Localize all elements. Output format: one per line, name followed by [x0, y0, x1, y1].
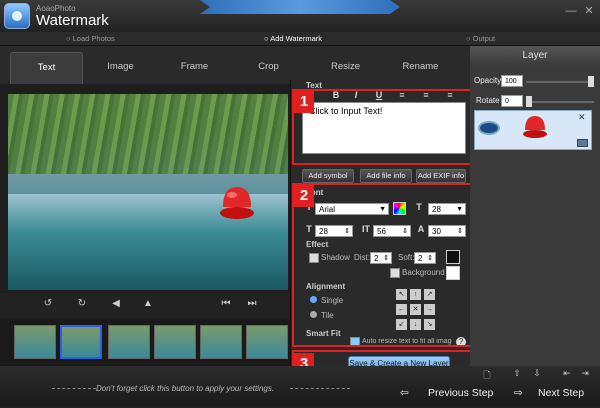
rotate-slider-track[interactable]: [526, 101, 594, 103]
rotate-left-icon[interactable]: ↺: [40, 298, 56, 312]
layer-close-icon[interactable]: ✕: [578, 112, 588, 122]
flip-horizontal-icon[interactable]: ◀: [108, 298, 124, 312]
close-button[interactable]: ✕: [582, 4, 596, 18]
opacity-slider-track[interactable]: [526, 81, 594, 83]
minimize-button[interactable]: —: [564, 4, 578, 18]
rotate-right-icon[interactable]: ↻: [74, 298, 90, 312]
preview-trees: [8, 94, 288, 174]
step-load-photos[interactable]: ○ Load Photos: [66, 34, 115, 43]
step-add-watermark[interactable]: ○ Add Watermark: [264, 34, 322, 43]
add-symbol-button[interactable]: Add symbol: [302, 169, 354, 183]
rotate-slider-thumb[interactable]: [526, 96, 532, 107]
callout-box-1: [292, 89, 474, 165]
opacity-input[interactable]: 100: [501, 75, 523, 87]
thumbnail-6[interactable]: [246, 325, 288, 359]
app-logo: [4, 3, 30, 29]
opacity-slider-thumb[interactable]: [588, 76, 594, 87]
thumbnail-1[interactable]: [14, 325, 56, 359]
tab-image[interactable]: Image: [84, 52, 157, 84]
thumbnail-3[interactable]: [108, 325, 150, 359]
thumbnail-2-selected[interactable]: [60, 325, 102, 359]
callout-box-2: [292, 183, 474, 347]
layer-panel-title: Layer: [470, 46, 600, 66]
tab-text[interactable]: Text: [10, 52, 83, 84]
rotate-input[interactable]: 0: [501, 95, 523, 107]
layer-thumbnail-cap: [523, 116, 547, 138]
previous-arrow-icon: ⇦: [400, 387, 409, 399]
step-active-indicator: [200, 0, 400, 14]
step-output[interactable]: ○ Output: [466, 34, 495, 43]
previous-step-button[interactable]: Previous Step: [428, 378, 493, 408]
hint-arrow-line: [52, 388, 96, 389]
rotate-label: Rotate: [476, 96, 500, 105]
thumbnail-4[interactable]: [154, 325, 196, 359]
hint-arrow-line-right: [290, 388, 350, 389]
flip-vertical-icon[interactable]: ▲: [140, 298, 156, 312]
brand-title: Watermark: [36, 12, 109, 29]
callout-badge-1: 1: [294, 91, 314, 113]
next-image-icon[interactable]: ⏭: [244, 298, 260, 312]
add-exif-info-button[interactable]: Add EXIF info: [416, 169, 466, 183]
previous-image-icon[interactable]: ⏮: [218, 298, 234, 312]
next-arrow-icon: ⇨: [514, 387, 523, 399]
red-cap-image[interactable]: [218, 185, 256, 221]
tab-frame[interactable]: Frame: [158, 52, 231, 84]
next-step-button[interactable]: Next Step: [538, 378, 584, 408]
callout-badge-2: 2: [294, 185, 314, 207]
thumbnail-5[interactable]: [200, 325, 242, 359]
add-file-info-button[interactable]: Add file info: [360, 169, 412, 183]
opacity-label: Opacity: [474, 76, 502, 85]
layer-image-icon: [577, 139, 588, 147]
hint-text: Don't forget click this button to apply …: [96, 384, 275, 393]
visibility-eye-icon[interactable]: [478, 121, 500, 135]
